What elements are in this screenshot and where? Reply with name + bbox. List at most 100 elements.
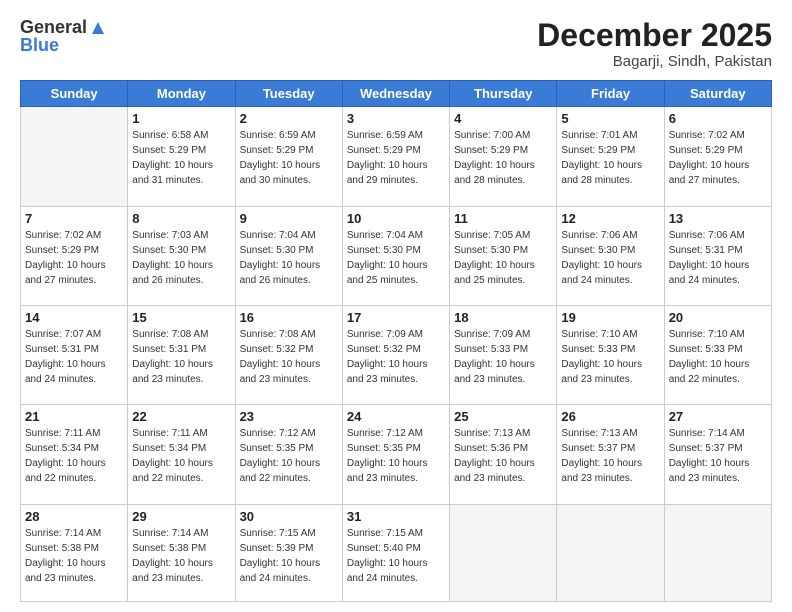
table-row: 13Sunrise: 7:06 AMSunset: 5:31 PMDayligh…	[664, 206, 771, 305]
sunrise-text: Sunrise: 6:58 AM	[132, 128, 230, 143]
day-number: 19	[561, 310, 659, 325]
sunrise-text: Sunrise: 7:03 AM	[132, 228, 230, 243]
day-number: 8	[132, 211, 230, 226]
logo-blue-text: Blue	[20, 36, 59, 54]
sunset-text: Sunset: 5:33 PM	[454, 342, 552, 357]
daylight-text: Daylight: 10 hours and 23 minutes.	[240, 357, 338, 387]
table-row	[450, 504, 557, 601]
day-number: 5	[561, 111, 659, 126]
day-number: 3	[347, 111, 445, 126]
day-number: 10	[347, 211, 445, 226]
table-row: 5Sunrise: 7:01 AMSunset: 5:29 PMDaylight…	[557, 107, 664, 206]
table-row: 10 Sunrise: 7:04 AMSunset: 5:30 PMDayligh…	[342, 206, 449, 305]
table-row: 2Sunrise: 6:59 AMSunset: 5:29 PMDaylight…	[235, 107, 342, 206]
daylight-text: Daylight: 10 hours and 24 minutes.	[240, 556, 338, 586]
daylight-text: Daylight: 10 hours and 23 minutes.	[132, 357, 230, 387]
daylight-text: Daylight: 10 hours and 23 minutes.	[347, 357, 445, 387]
daylight-text: Daylight: 10 hours and 23 minutes.	[132, 556, 230, 586]
sunrise-text: Sunrise: 7:01 AM	[561, 128, 659, 143]
table-row: 20Sunrise: 7:10 AMSunset: 5:33 PMDayligh…	[664, 306, 771, 405]
day-number: 16	[240, 310, 338, 325]
logo-general-text: General	[20, 18, 87, 36]
sunrise-text: Sunrise: 7:14 AM	[132, 526, 230, 541]
daylight-text: Daylight: 10 hours and 26 minutes.	[240, 258, 338, 288]
daylight-text: Daylight: 10 hours and 24 minutes.	[25, 357, 123, 387]
table-row: 7Sunrise: 7:02 AMSunset: 5:29 PMDaylight…	[21, 206, 128, 305]
day-number: 15	[132, 310, 230, 325]
table-row: 11Sunrise: 7:05 AMSunset: 5:30 PMDayligh…	[450, 206, 557, 305]
location: Bagarji, Sindh, Pakistan	[537, 53, 772, 70]
day-number: 20	[669, 310, 767, 325]
day-number: 22	[132, 409, 230, 424]
sunrise-text: Sunrise: 7:02 AM	[669, 128, 767, 143]
sunrise-text: Sunrise: 6:59 AM	[347, 128, 445, 143]
calendar-table: Sunday Monday Tuesday Wednesday Thursday…	[20, 80, 772, 602]
table-row: 31Sunrise: 7:15 AMSunset: 5:40 PMDayligh…	[342, 504, 449, 601]
day-number: 4	[454, 111, 552, 126]
sunrise-text: Sunrise: 7:09 AM	[454, 327, 552, 342]
table-row: 28Sunrise: 7:14 AMSunset: 5:38 PMDayligh…	[21, 504, 128, 601]
daylight-text: Daylight: 10 hours and 28 minutes.	[454, 158, 552, 188]
sunset-text: Sunset: 5:35 PM	[347, 441, 445, 456]
table-row: 18Sunrise: 7:09 AMSunset: 5:33 PMDayligh…	[450, 306, 557, 405]
sunrise-text: Sunrise: 6:59 AM	[240, 128, 338, 143]
daylight-text: Daylight: 10 hours and 25 minutes.	[347, 258, 445, 288]
sunset-text: Sunset: 5:32 PM	[347, 342, 445, 357]
sunset-text: Sunset: 5:30 PM	[454, 243, 552, 258]
day-number: 18	[454, 310, 552, 325]
daylight-text: Daylight: 10 hours and 24 minutes.	[347, 556, 445, 586]
day-number: 17	[347, 310, 445, 325]
sunrise-text: Sunrise: 7:12 AM	[347, 426, 445, 441]
title-section: December 2025 Bagarji, Sindh, Pakistan	[537, 18, 772, 70]
table-row: 30Sunrise: 7:15 AMSunset: 5:39 PMDayligh…	[235, 504, 342, 601]
sunset-text: Sunset: 5:39 PM	[240, 541, 338, 556]
day-number: 28	[25, 509, 123, 524]
table-row: 29Sunrise: 7:14 AMSunset: 5:38 PMDayligh…	[128, 504, 235, 601]
day-number: 1	[132, 111, 230, 126]
sunset-text: Sunset: 5:31 PM	[25, 342, 123, 357]
col-friday: Friday	[557, 81, 664, 107]
day-number: 14	[25, 310, 123, 325]
col-tuesday: Tuesday	[235, 81, 342, 107]
col-saturday: Saturday	[664, 81, 771, 107]
table-row: 27 Sunrise: 7:14 AMSunset: 5:37 PMDayligh…	[664, 405, 771, 504]
daylight-text: Daylight: 10 hours and 31 minutes.	[132, 158, 230, 188]
sunset-text: Sunset: 5:29 PM	[669, 143, 767, 158]
daylight-text: Daylight: 10 hours and 23 minutes.	[669, 456, 767, 486]
sunset-text: Sunset: 5:30 PM	[347, 243, 445, 258]
table-row: 17Sunrise: 7:09 AMSunset: 5:32 PMDayligh…	[342, 306, 449, 405]
daylight-text: Daylight: 10 hours and 28 minutes.	[561, 158, 659, 188]
day-number: 31	[347, 509, 445, 524]
sunrise-text: Sunrise: 7:14 AM	[669, 426, 767, 441]
month-title: December 2025	[537, 18, 772, 53]
table-row: 6Sunrise: 7:02 AMSunset: 5:29 PMDaylight…	[664, 107, 771, 206]
table-row: 1 Sunrise: 6:58 AMSunset: 5:29 PMDaylight…	[128, 107, 235, 206]
daylight-text: Daylight: 10 hours and 22 minutes.	[669, 357, 767, 387]
table-row: 4Sunrise: 7:00 AMSunset: 5:29 PMDaylight…	[450, 107, 557, 206]
sunset-text: Sunset: 5:31 PM	[669, 243, 767, 258]
sunset-text: Sunset: 5:35 PM	[240, 441, 338, 456]
sunset-text: Sunset: 5:37 PM	[669, 441, 767, 456]
day-number: 9	[240, 211, 338, 226]
sunset-text: Sunset: 5:30 PM	[132, 243, 230, 258]
day-number: 27	[669, 409, 767, 424]
sunset-text: Sunset: 5:31 PM	[132, 342, 230, 357]
daylight-text: Daylight: 10 hours and 22 minutes.	[240, 456, 338, 486]
daylight-text: Daylight: 10 hours and 22 minutes.	[25, 456, 123, 486]
sunset-text: Sunset: 5:38 PM	[25, 541, 123, 556]
sunset-text: Sunset: 5:37 PM	[561, 441, 659, 456]
sunrise-text: Sunrise: 7:04 AM	[347, 228, 445, 243]
sunrise-text: Sunrise: 7:13 AM	[561, 426, 659, 441]
table-row	[557, 504, 664, 601]
day-number: 13	[669, 211, 767, 226]
day-number: 24	[347, 409, 445, 424]
table-row: 9Sunrise: 7:04 AMSunset: 5:30 PMDaylight…	[235, 206, 342, 305]
table-row: 8Sunrise: 7:03 AMSunset: 5:30 PMDaylight…	[128, 206, 235, 305]
day-number: 21	[25, 409, 123, 424]
table-row: 22Sunrise: 7:11 AMSunset: 5:34 PMDayligh…	[128, 405, 235, 504]
daylight-text: Daylight: 10 hours and 23 minutes.	[561, 357, 659, 387]
sunrise-text: Sunrise: 7:13 AM	[454, 426, 552, 441]
daylight-text: Daylight: 10 hours and 22 minutes.	[132, 456, 230, 486]
sunset-text: Sunset: 5:29 PM	[132, 143, 230, 158]
logo: General Blue	[20, 18, 106, 54]
